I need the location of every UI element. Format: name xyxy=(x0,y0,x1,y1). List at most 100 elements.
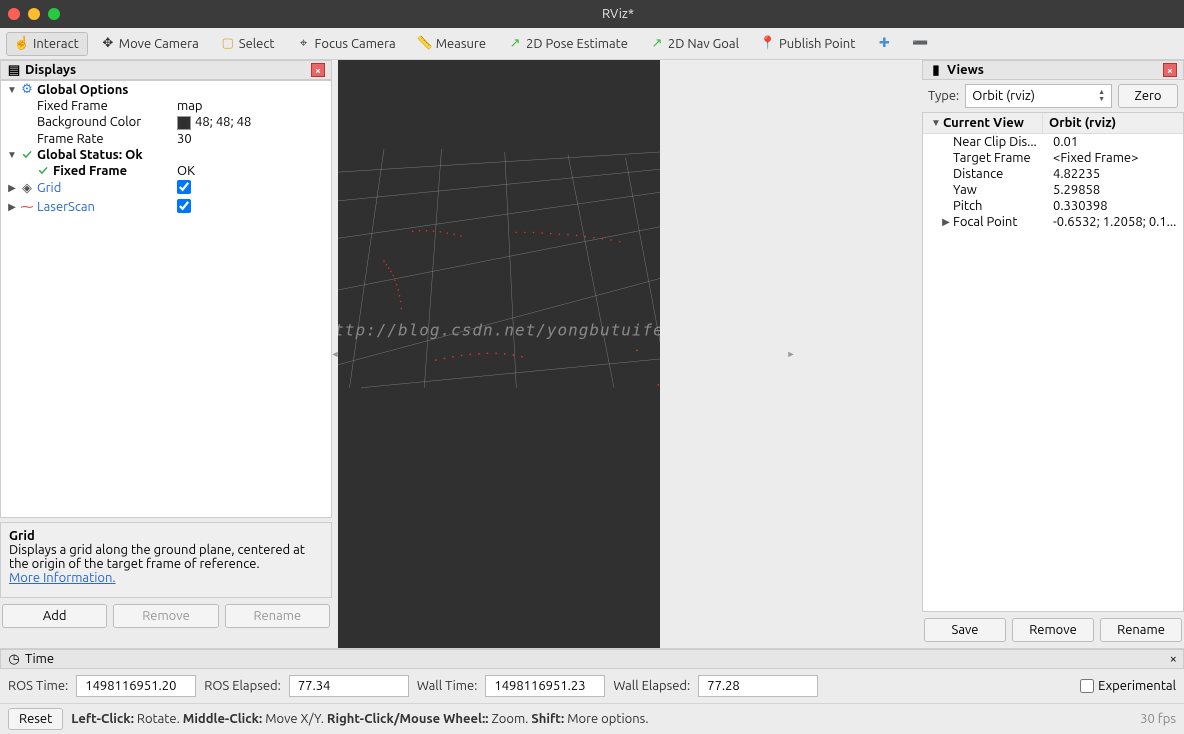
frame-rate-label: Frame Rate xyxy=(35,132,104,146)
expand-icon[interactable]: ▼ xyxy=(5,149,19,161)
camera-icon: ▮ xyxy=(929,63,943,77)
pitch-v[interactable]: 0.330398 xyxy=(1047,199,1179,213)
global-status-label: Global Status: Ok xyxy=(35,148,143,162)
rename-button[interactable]: Rename xyxy=(1100,618,1182,642)
footer: Reset Left-Click: Rotate. Middle-Click: … xyxy=(0,703,1184,734)
views-header: ▼Current View Orbit (rviz) xyxy=(923,113,1183,134)
arrow-icon: ↗ xyxy=(508,37,522,51)
nav-goal-button[interactable]: ↗2D Nav Goal xyxy=(641,32,748,56)
yaw-row[interactable]: Yaw5.29858 xyxy=(923,182,1183,198)
views-tree[interactable]: ▼Current View Orbit (rviz) Near Clip Dis… xyxy=(922,112,1184,612)
frame-rate-value[interactable]: 30 xyxy=(167,132,327,146)
remove-button[interactable]: Remove xyxy=(1012,618,1094,642)
distance-v[interactable]: 4.82235 xyxy=(1047,167,1179,181)
target-frame-v[interactable]: <Fixed Frame> xyxy=(1047,151,1179,165)
laserscan-checkbox[interactable] xyxy=(177,199,191,213)
time-row: ROS Time: 1498116951.20 ROS Elapsed: 77.… xyxy=(0,669,1184,703)
publish-point-button[interactable]: 📍 Publish Point xyxy=(752,32,864,56)
distance-row[interactable]: Distance4.82235 xyxy=(923,166,1183,182)
focus-camera-label: Focus Camera xyxy=(315,37,396,51)
pin-icon: 📍 xyxy=(761,37,775,51)
focal-v[interactable]: -0.6532; 1.2058; 0.1... xyxy=(1047,215,1179,229)
ros-time-input[interactable]: 1498116951.20 xyxy=(76,675,196,697)
description-box: Grid Displays a grid along the ground pl… xyxy=(0,522,332,598)
nav-goal-label: 2D Nav Goal xyxy=(668,37,739,51)
viewport-3d[interactable]: http://blog.csdn.net/yongbutuifei xyxy=(338,60,660,648)
ff-status-label: Fixed Frame xyxy=(51,164,127,178)
more-info-link[interactable]: More Information. xyxy=(9,571,116,585)
close-panel-icon[interactable]: × xyxy=(1170,652,1177,666)
select-button[interactable]: ▢Select xyxy=(212,32,284,56)
ros-elapsed-label: ROS Elapsed: xyxy=(204,679,281,693)
panel-icon: ▤ xyxy=(7,63,21,77)
focus-camera-button[interactable]: ⌖Focus Camera xyxy=(288,32,405,56)
watermark-text: http://blog.csdn.net/yongbutuifei xyxy=(338,321,660,340)
pitch-row[interactable]: Pitch0.330398 xyxy=(923,198,1183,214)
displays-tree[interactable]: ▼ ⚙ Global Options Fixed Frame map Backg… xyxy=(0,80,332,518)
minimize-window-icon[interactable] xyxy=(28,8,40,20)
publish-point-label: Publish Point xyxy=(779,37,855,51)
description-body: Displays a grid along the ground plane, … xyxy=(9,543,323,571)
pose-estimate-button[interactable]: ↗2D Pose Estimate xyxy=(499,32,637,56)
extra-minus-button[interactable]: ➖ xyxy=(904,32,936,56)
ros-elapsed-input[interactable]: 77.34 xyxy=(289,675,409,697)
interact-button[interactable]: ☝Interact xyxy=(6,32,88,56)
laserscan-row[interactable]: ▶ ⁓ LaserScan xyxy=(1,198,331,217)
close-window-icon[interactable] xyxy=(8,8,20,20)
focal-row[interactable]: ▶Focal Point-0.6532; 1.2058; 0.1... xyxy=(923,214,1183,230)
global-options-row[interactable]: ▼ ⚙ Global Options xyxy=(1,81,331,98)
footer-hints: Left-Click: Rotate. Middle-Click: Move X… xyxy=(71,712,648,726)
grid-row[interactable]: ▶ ◈ Grid xyxy=(1,179,331,198)
move-camera-label: Move Camera xyxy=(119,37,199,51)
hand-icon: ☝ xyxy=(15,37,29,51)
expand-icon[interactable]: ▼ xyxy=(929,117,943,129)
near-clip-row[interactable]: Near Clip Dis...0.01 xyxy=(923,134,1183,150)
gear-icon: ⚙ xyxy=(19,82,35,97)
check-icon: ✓ xyxy=(35,164,51,178)
type-label: Type: xyxy=(928,89,959,103)
spin-icon: ▲▼ xyxy=(1098,89,1105,103)
views-buttons: Save Remove Rename xyxy=(922,612,1184,648)
color-swatch-icon xyxy=(177,116,191,130)
global-status-row[interactable]: ▼ ✓ Global Status: Ok xyxy=(1,147,331,163)
frame-rate-row[interactable]: Frame Rate 30 xyxy=(1,131,331,147)
grid-checkbox[interactable] xyxy=(177,180,191,194)
maximize-window-icon[interactable] xyxy=(48,8,60,20)
experimental-label: Experimental xyxy=(1098,679,1176,693)
clock-icon: ◷ xyxy=(7,652,21,666)
close-panel-icon[interactable]: × xyxy=(1163,63,1177,77)
wall-elapsed-input[interactable]: 77.28 xyxy=(698,675,818,697)
experimental-checkbox[interactable] xyxy=(1080,679,1094,693)
expand-icon[interactable]: ▶ xyxy=(5,182,19,194)
grid-label: Grid xyxy=(35,181,61,195)
target-frame-row[interactable]: Target Frame<Fixed Frame> xyxy=(923,150,1183,166)
type-select[interactable]: Orbit (rviz) ▲▼ xyxy=(965,84,1112,108)
fixed-frame-value[interactable]: map xyxy=(167,99,327,113)
measure-button[interactable]: 📏Measure xyxy=(409,32,495,56)
add-button[interactable]: Add xyxy=(2,604,107,628)
fixed-frame-row[interactable]: Fixed Frame map xyxy=(1,98,331,114)
measure-label: Measure xyxy=(436,37,486,51)
ff-status-row[interactable]: ✓ Fixed Frame OK xyxy=(1,163,331,179)
save-button[interactable]: Save xyxy=(924,618,1006,642)
wall-time-input[interactable]: 1498116951.23 xyxy=(485,675,605,697)
close-panel-icon[interactable]: × xyxy=(311,63,325,77)
fixed-frame-label: Fixed Frame xyxy=(35,99,108,113)
expand-icon[interactable]: ▶ xyxy=(5,201,19,213)
extra-plus-button[interactable]: ✚ xyxy=(868,32,900,56)
move-icon: ✥ xyxy=(101,37,115,51)
views-col-prop: Current View xyxy=(943,116,1024,130)
reset-button[interactable]: Reset xyxy=(8,708,63,730)
yaw-v[interactable]: 5.29858 xyxy=(1047,183,1179,197)
move-camera-button[interactable]: ✥ Move Camera xyxy=(92,32,208,56)
bg-color-row[interactable]: Background Color 48; 48; 48 xyxy=(1,114,331,131)
expand-icon[interactable]: ▶ xyxy=(939,216,953,228)
wall-elapsed-label: Wall Elapsed: xyxy=(613,679,690,693)
expand-icon[interactable]: ▼ xyxy=(5,84,19,96)
zero-button[interactable]: Zero xyxy=(1118,84,1178,108)
bg-color-value[interactable]: 48; 48; 48 xyxy=(167,115,327,130)
near-clip-v[interactable]: 0.01 xyxy=(1047,135,1179,149)
splitter-right[interactable] xyxy=(660,60,922,648)
description-title: Grid xyxy=(9,529,323,543)
check-icon: ✓ xyxy=(19,148,35,162)
